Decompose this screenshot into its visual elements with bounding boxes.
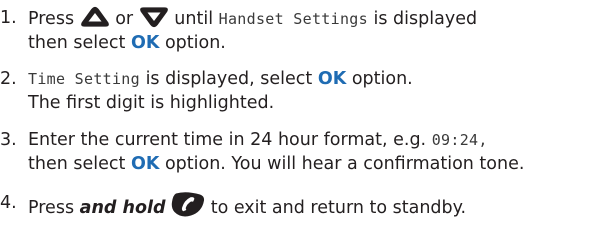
step-line: then select OK option. You will hear a c… [28,152,600,176]
step-word: to exit and return to standby. [210,198,467,218]
step-word: then select [28,33,126,53]
step-word: is displayed, select [145,69,313,89]
step-word: Press [28,9,75,29]
step-word: Enter the current time in 24 hour format… [28,130,427,150]
step-word: until [174,9,214,29]
step-word: option. [164,33,226,53]
step-text: Press or until Handset Settings is displ… [28,6,600,55]
step-number: 2. [0,69,17,89]
step-word: is displayed [373,9,478,29]
step-line: The first digit is highlighted. [28,93,275,113]
step-number: 3. [0,130,17,150]
step-word: Press [28,198,75,218]
down-arrow-key-icon [139,6,169,28]
step-line: Press and hold to exit and return to sta… [28,191,600,220]
step-text: Enter the current time in 24 hour format… [28,128,600,176]
end-call-handset-icon [171,191,205,217]
step-line: Press or until Handset Settings is displ… [28,6,600,31]
step-word: option. You will hear a confirmation ton… [164,154,525,174]
step-word: or [115,9,134,29]
ok-keyword: OK [317,69,347,89]
step-line: Time Setting is displayed, select OK opt… [28,67,600,91]
step-text: Time Setting is displayed, select OK opt… [28,67,600,115]
ok-keyword: OK [130,154,160,174]
and-hold-emphasis: and hold [79,198,166,218]
step-number: 4. [0,193,17,213]
ok-keyword: OK [130,33,160,53]
step-number: 1. [0,8,17,28]
step-word: option. [351,69,413,89]
step-line: Enter the current time in 24 hour format… [28,128,600,152]
display-text: Time Setting [28,70,140,88]
up-arrow-key-icon [80,6,110,28]
step-text: Press and hold to exit and return to sta… [28,191,600,220]
display-text: Handset Settings [218,10,368,28]
step-word: then select [28,154,126,174]
time-example: 09:24, [431,131,488,149]
step-line: then select OK option. [28,31,600,55]
